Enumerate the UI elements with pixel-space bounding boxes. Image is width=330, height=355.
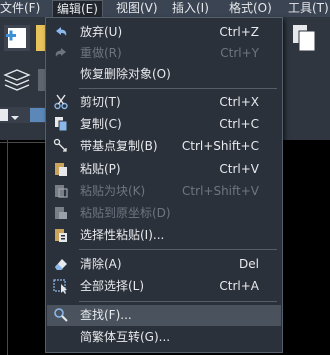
menu-item-label: 粘贴(P) (80, 162, 121, 176)
new-file-button[interactable] (4, 25, 30, 51)
menu-item-cut[interactable]: 剪切(T) Ctrl+X (47, 92, 281, 113)
menu-item-shortcut: Ctrl+Z (219, 25, 259, 39)
menu-file[interactable]: 文件(F) (0, 0, 40, 17)
menu-separator (79, 301, 277, 302)
layers-button[interactable] (2, 67, 32, 91)
menu-item-shortcut: Ctrl+A (219, 279, 259, 293)
dwg-button[interactable] (30, 108, 46, 122)
menu-item-label: 恢复删除对象(O) (80, 67, 171, 81)
menu-separator (79, 249, 277, 250)
copy-basepoint-icon (53, 138, 69, 154)
menu-item-select-all[interactable]: 全部选择(L) Ctrl+A (47, 276, 281, 297)
menu-insert[interactable]: 插入(I) (172, 0, 209, 17)
menu-tools[interactable]: 工具(T) (288, 0, 329, 17)
paste-original-coords-icon (53, 205, 69, 221)
menu-item-label: 简繁体互转(G)... (80, 330, 171, 344)
cad-window: 文件(F) 编辑(E) 视图(V) 插入(I) 格式(O) 工具(T) 放弃(U… (0, 0, 330, 355)
menu-item-undo[interactable]: 放弃(U) Ctrl+Z (47, 22, 281, 43)
paste-block-icon (53, 183, 69, 199)
menu-item-chinese-convert[interactable]: 简繁体互转(G)... (47, 327, 281, 348)
paste-icon (53, 161, 69, 177)
menu-item-label: 粘贴到原坐标(D) (80, 206, 171, 220)
redo-icon (53, 45, 69, 61)
menu-item-shortcut: Ctrl+X (219, 95, 259, 109)
menu-item-paste-as-block[interactable]: 粘贴为块(K) Ctrl+Shift+V (47, 181, 281, 202)
menu-view[interactable]: 视图(V) (116, 0, 158, 17)
copy-icon (53, 116, 69, 132)
scissors-icon (53, 94, 69, 110)
toolbar-marker (0, 109, 8, 121)
menu-item-shortcut: Ctrl+Shift+C (181, 139, 259, 153)
menu-item-label: 选择性粘贴(I)... (80, 228, 165, 242)
menu-item-restore-deleted[interactable]: 恢复删除对象(O) (47, 64, 281, 85)
menu-format[interactable]: 格式(O) (229, 0, 272, 17)
menu-item-label: 重做(R) (80, 46, 122, 60)
select-all-icon (53, 278, 69, 294)
menu-item-copy-basepoint[interactable]: 带基点复制(B) Ctrl+Shift+C (47, 136, 281, 157)
menu-item-paste-special[interactable]: 选择性粘贴(I)... (47, 225, 281, 246)
menu-bar: 文件(F) 编辑(E) 视图(V) 插入(I) 格式(O) 工具(T) (0, 0, 330, 17)
menu-item-shortcut: Ctrl+V (219, 162, 259, 176)
edit-menu-dropdown: 放弃(U) Ctrl+Z 重做(R) Ctrl+Y 恢复删除对象(O) 剪切(T… (45, 17, 283, 353)
menu-item-label: 查找(F)... (80, 308, 132, 322)
new-file-icon (6, 28, 26, 48)
menu-item-find[interactable]: 查找(F)... (47, 305, 281, 326)
dropdown-arrow-button[interactable] (10, 109, 20, 121)
menu-item-shortcut: Del (239, 257, 259, 271)
menu-item-copy[interactable]: 复制(C) Ctrl+C (47, 114, 281, 135)
menu-item-label: 清除(A) (80, 257, 122, 271)
menu-item-redo[interactable]: 重做(R) Ctrl+Y (47, 43, 281, 64)
menu-item-paste[interactable]: 粘贴(P) Ctrl+V (47, 159, 281, 180)
menu-item-label: 复制(C) (80, 117, 122, 131)
menu-item-shortcut: Ctrl+Shift+V (182, 184, 259, 198)
chevron-down-icon (11, 116, 19, 120)
menu-item-clear[interactable]: 清除(A) Del (47, 254, 281, 275)
grid-line (7, 140, 8, 355)
paste-special-icon (53, 227, 69, 243)
find-icon (53, 307, 69, 323)
menu-item-paste-original-coords[interactable]: 粘贴到原坐标(D) (47, 203, 281, 224)
menu-item-shortcut: Ctrl+C (219, 117, 259, 131)
grid-line (0, 142, 48, 143)
menu-item-label: 全部选择(L) (80, 279, 145, 293)
menu-item-label: 放弃(U) (80, 25, 123, 39)
menu-item-label: 剪切(T) (80, 95, 121, 109)
menu-edit[interactable]: 编辑(E) (52, 0, 103, 17)
toolbar-right (283, 17, 330, 140)
menu-item-label: 带基点复制(B) (80, 139, 158, 153)
paste-toolbar-icon (293, 25, 316, 52)
layers-icon (3, 69, 31, 91)
menu-item-label: 粘贴为块(K) (80, 184, 146, 198)
eraser-icon (53, 256, 69, 272)
menu-separator (79, 88, 277, 89)
undo-icon (53, 24, 69, 40)
menu-item-shortcut: Ctrl+Y (220, 46, 259, 60)
